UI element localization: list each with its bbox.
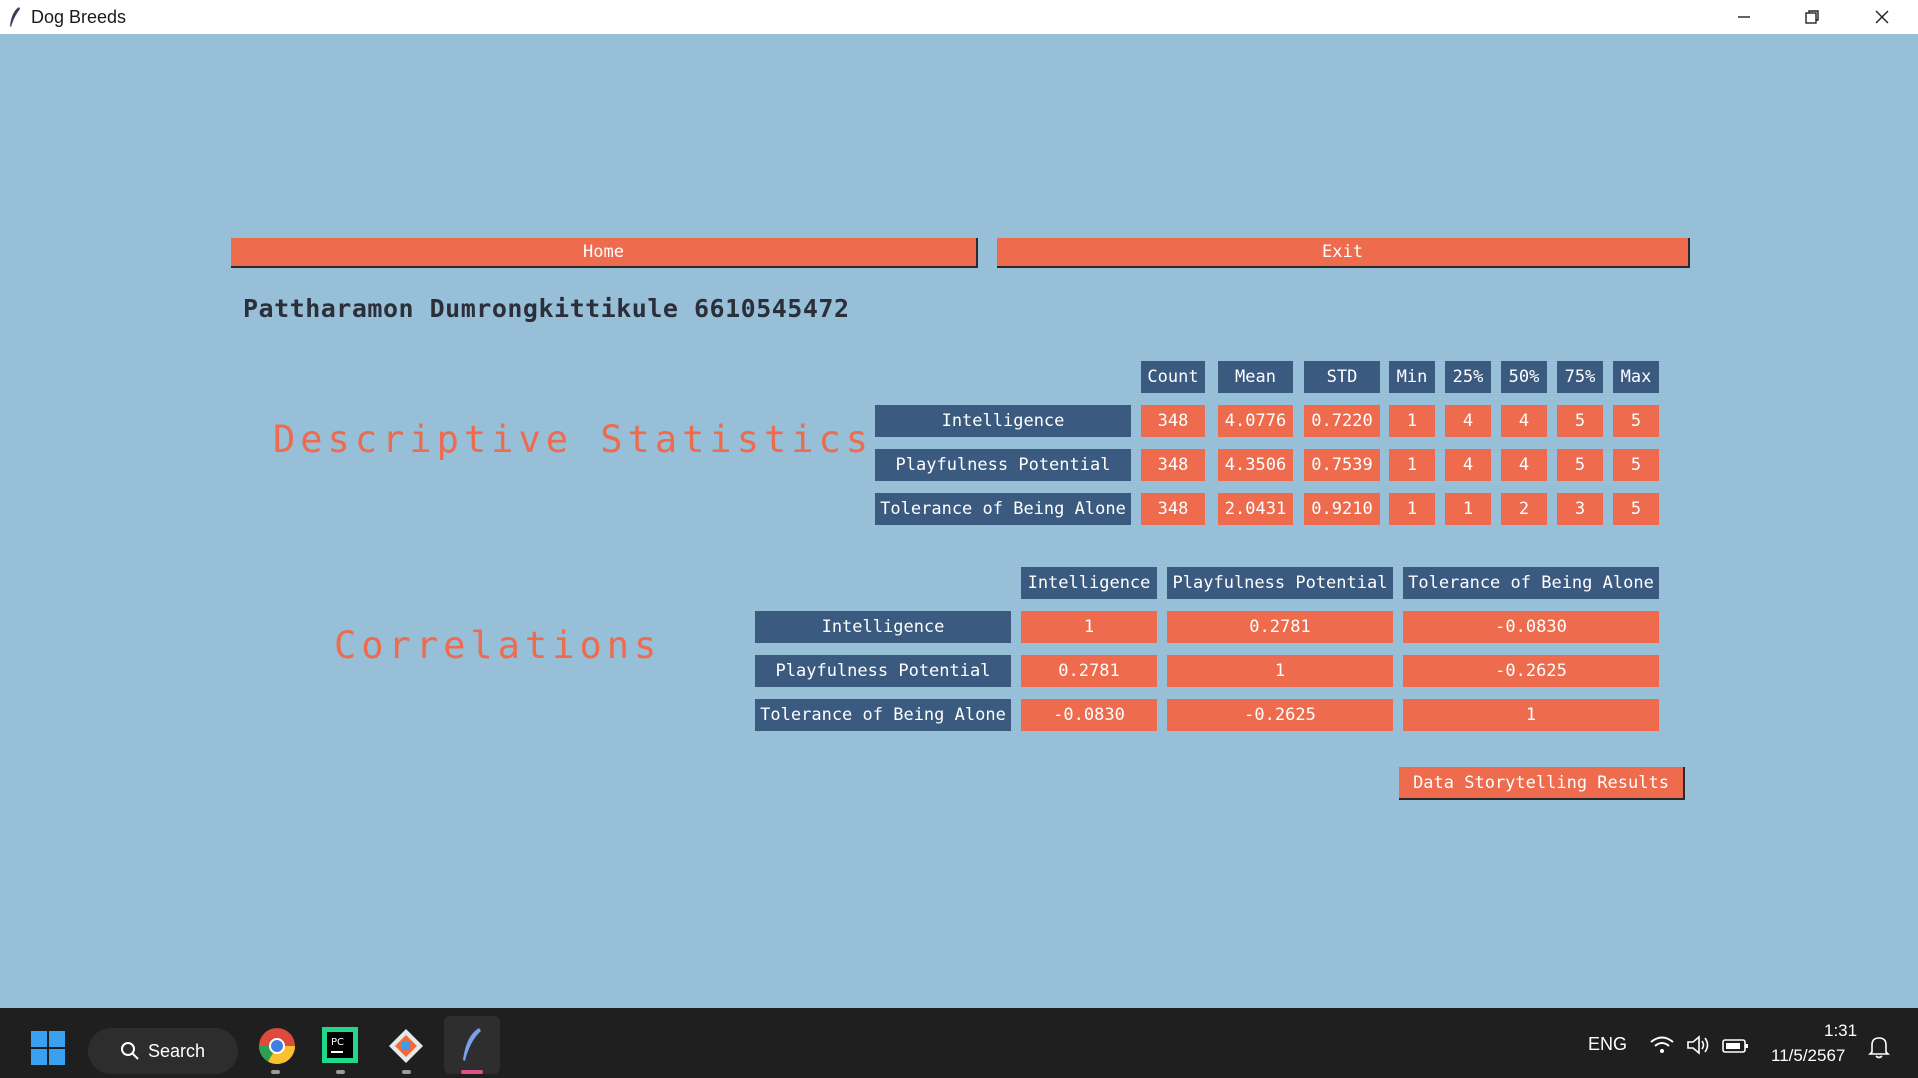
chrome-indicator: [271, 1070, 280, 1074]
notifications-button[interactable]: [1866, 1034, 1892, 1060]
corr-row-label: Intelligence: [755, 611, 1011, 643]
battery-status[interactable]: [1720, 1032, 1750, 1058]
volume-status[interactable]: [1684, 1032, 1712, 1058]
stat-column-header: 75%: [1557, 361, 1603, 393]
stat-value-cell: 3: [1557, 493, 1603, 525]
stat-column-header: Max: [1613, 361, 1659, 393]
minimize-icon: [1738, 16, 1750, 18]
stat-value-cell: 5: [1557, 449, 1603, 481]
bell-icon: [1868, 1037, 1890, 1059]
corr-value-cell: -0.0830: [1403, 611, 1659, 643]
stat-column-header: Count: [1141, 361, 1205, 393]
stat-value-cell: 1: [1445, 493, 1491, 525]
stat-value-cell: 348: [1141, 405, 1205, 437]
stat-value-cell: 0.7539: [1304, 449, 1380, 481]
dog-breeds-indicator: [461, 1070, 483, 1074]
wifi-icon: [1650, 1036, 1674, 1053]
pycharm-indicator: [336, 1070, 345, 1074]
search-label: Search: [148, 1040, 206, 1061]
stat-value-cell: 4: [1501, 449, 1547, 481]
stat-column-header: 25%: [1445, 361, 1491, 393]
taskbar: Search PC ENG 1:31 11/5/2567: [0, 1008, 1918, 1078]
window-title: Dog Breeds: [31, 7, 127, 27]
stat-value-cell: 4: [1445, 405, 1491, 437]
corr-value-cell: 1: [1167, 655, 1393, 687]
stat-row-label: Tolerance of Being Alone: [875, 493, 1131, 525]
corr-value-cell: -0.0830: [1021, 699, 1157, 731]
exit-button[interactable]: Exit: [997, 238, 1690, 268]
author-label: Pattharamon Dumrongkittikule 6610545472: [243, 294, 850, 323]
close-icon: [1875, 10, 1889, 24]
taskbar-app[interactable]: [386, 1026, 426, 1066]
start-button[interactable]: [28, 1028, 68, 1068]
stat-value-cell: 0.9210: [1304, 493, 1380, 525]
corr-row-label: Playfulness Potential: [755, 655, 1011, 687]
taskbar-pycharm[interactable]: PC: [321, 1026, 359, 1064]
stat-row-label: Playfulness Potential: [875, 449, 1131, 481]
corr-value-cell: 1: [1403, 699, 1659, 731]
stat-value-cell: 1: [1389, 405, 1435, 437]
taskbar-chrome[interactable]: [256, 1025, 298, 1067]
home-button[interactable]: Home: [231, 238, 978, 268]
corr-column-header: Tolerance of Being Alone: [1403, 567, 1659, 599]
descriptive-statistics-title: Descriptive Statistics: [273, 418, 874, 461]
taskbar-search[interactable]: Search: [88, 1028, 238, 1074]
stat-value-cell: 2: [1501, 493, 1547, 525]
corr-value-cell: -0.2625: [1167, 699, 1393, 731]
stat-value-cell: 5: [1613, 493, 1659, 525]
stat-value-cell: 5: [1557, 405, 1603, 437]
data-storytelling-button[interactable]: Data Storytelling Results: [1399, 767, 1685, 800]
restore-button[interactable]: [1778, 0, 1846, 34]
stat-value-cell: 4: [1445, 449, 1491, 481]
stat-value-cell: 4: [1501, 405, 1547, 437]
wifi-status[interactable]: [1648, 1032, 1676, 1058]
stat-row-label: Intelligence: [875, 405, 1131, 437]
stat-value-cell: 4.3506: [1218, 449, 1293, 481]
diamond-app-icon: [389, 1029, 423, 1063]
close-button[interactable]: [1848, 0, 1916, 34]
stat-column-header: STD: [1304, 361, 1380, 393]
corr-value-cell: 0.2781: [1021, 655, 1157, 687]
stat-value-cell: 348: [1141, 493, 1205, 525]
taskbar-dog-breeds[interactable]: [444, 1016, 500, 1074]
stat-value-cell: 0.7220: [1304, 405, 1380, 437]
restore-icon: [1805, 10, 1819, 24]
corr-column-header: Intelligence: [1021, 567, 1157, 599]
windows-logo-icon: [31, 1031, 65, 1065]
stat-value-cell: 348: [1141, 449, 1205, 481]
stat-value-cell: 5: [1613, 449, 1659, 481]
corr-value-cell: 0.2781: [1167, 611, 1393, 643]
correlations-title: Correlations: [334, 624, 662, 667]
search-icon: [121, 1042, 139, 1060]
minimize-button[interactable]: [1710, 0, 1778, 34]
corr-column-header: Playfulness Potential: [1167, 567, 1393, 599]
app-indicator: [402, 1070, 411, 1074]
svg-text:PC: PC: [331, 1037, 344, 1048]
feather-app-icon: [10, 7, 20, 27]
language-indicator[interactable]: ENG: [1588, 1034, 1627, 1055]
corr-row-label: Tolerance of Being Alone: [755, 699, 1011, 731]
stat-value-cell: 4.0776: [1218, 405, 1293, 437]
stat-value-cell: 1: [1389, 449, 1435, 481]
speaker-icon: [1687, 1035, 1709, 1055]
corr-value-cell: -0.2625: [1403, 655, 1659, 687]
title-bar: Dog Breeds: [0, 0, 1918, 34]
clock-time[interactable]: 1:31: [1824, 1021, 1857, 1041]
stat-value-cell: 5: [1613, 405, 1659, 437]
feather-icon: [463, 1028, 481, 1061]
stat-value-cell: 2.0431: [1218, 493, 1293, 525]
battery-icon: [1722, 1039, 1748, 1053]
stat-column-header: Min: [1389, 361, 1435, 393]
stat-column-header: Mean: [1218, 361, 1293, 393]
chrome-icon: [259, 1028, 295, 1065]
stat-column-header: 50%: [1501, 361, 1547, 393]
stat-value-cell: 1: [1389, 493, 1435, 525]
corr-value-cell: 1: [1021, 611, 1157, 643]
pycharm-icon: PC: [322, 1027, 358, 1063]
clock-date[interactable]: 11/5/2567: [1771, 1046, 1845, 1066]
